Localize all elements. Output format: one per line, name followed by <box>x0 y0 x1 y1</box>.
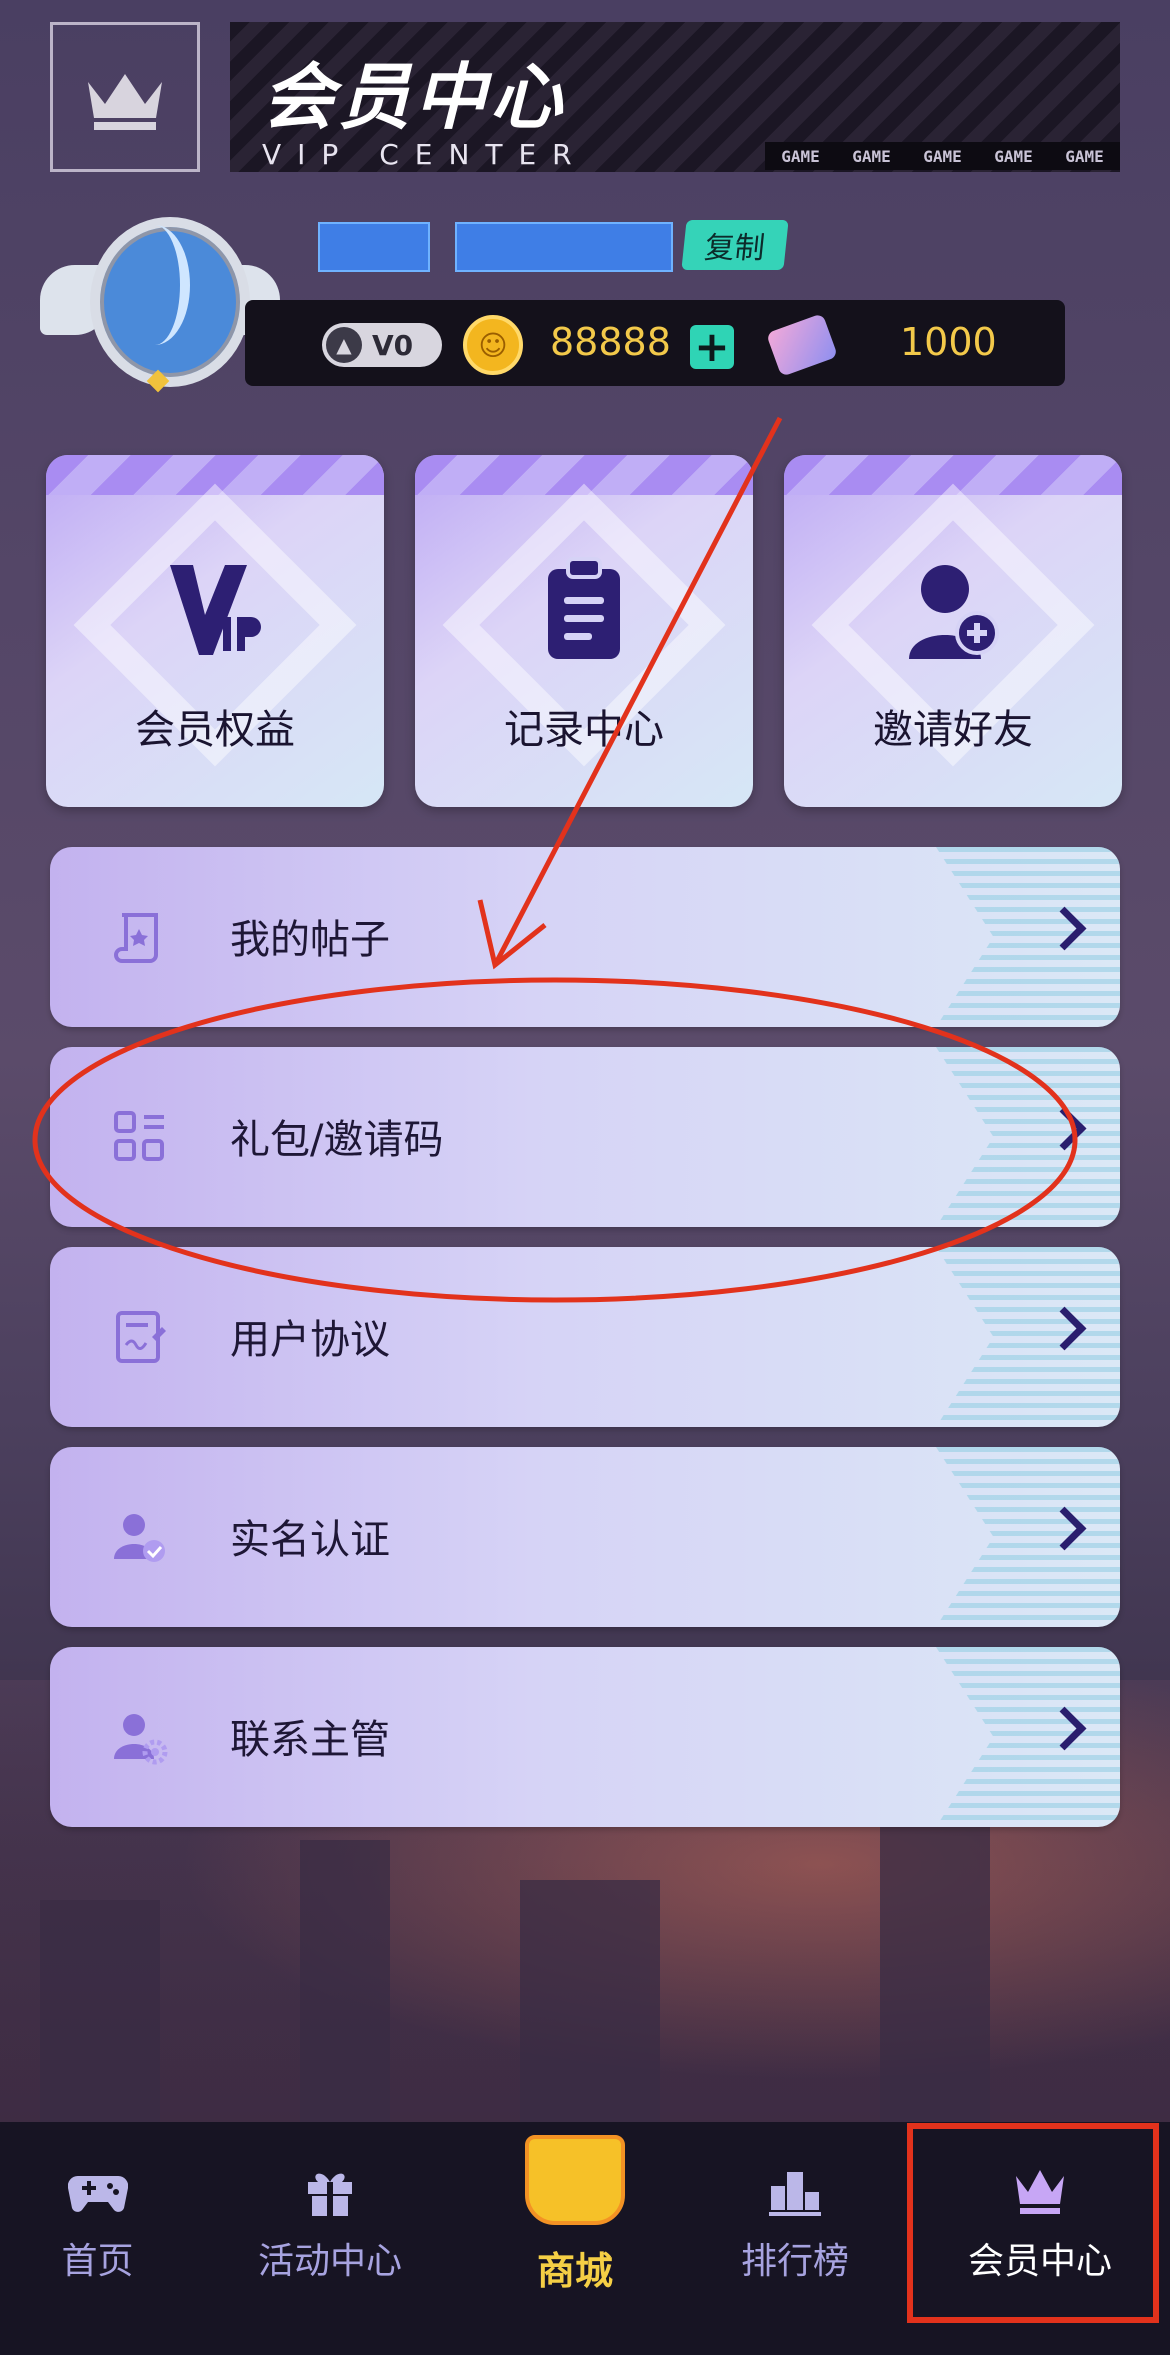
row-stripes <box>936 1047 1120 1227</box>
page-subtitle: VIP CENTER <box>262 138 588 171</box>
card-record-center[interactable]: 记录中心 <box>415 455 753 807</box>
user-name-pixel <box>318 222 430 272</box>
gamepad-icon <box>67 2175 128 2212</box>
row-label: 礼包/邀请码 <box>230 1117 444 1163</box>
menu-gift-invite-code[interactable]: 礼包/邀请码 <box>50 1047 1120 1227</box>
page-title: 会员中心 <box>262 55 567 139</box>
user-id-pixel <box>455 222 673 272</box>
menu-my-posts[interactable]: 我的帖子 <box>50 847 1120 1027</box>
add-coins-button[interactable]: + <box>690 325 734 369</box>
row-label: 联系主管 <box>230 1717 390 1763</box>
level-icon: ▲ <box>326 327 362 363</box>
nav-label: 排行榜 <box>740 2241 849 2282</box>
card-label: 邀请好友 <box>873 707 1033 753</box>
row-label: 实名认证 <box>230 1517 390 1563</box>
game-tag: GAME <box>994 146 1033 166</box>
nav-shop[interactable]: 商城 <box>500 2122 650 2355</box>
row-stripes <box>936 1647 1120 1827</box>
row-label: 我的帖子 <box>230 917 390 963</box>
avatar[interactable] <box>40 205 280 405</box>
crown-icon <box>88 74 162 130</box>
vip-level-label: V0 <box>372 328 414 362</box>
menu-real-name-auth[interactable]: 实名认证 <box>50 1447 1120 1627</box>
qr-grid-icon <box>114 1111 164 1161</box>
avatar-arc <box>120 225 190 345</box>
row-label: 用户协议 <box>230 1317 390 1363</box>
annotation-box <box>907 2123 1159 2323</box>
game-tag: GAME <box>1065 146 1104 166</box>
coin-icon: ☺ <box>463 315 523 375</box>
nav-leaderboard[interactable]: 排行榜 <box>720 2122 870 2355</box>
document-sign-icon <box>116 1311 166 1363</box>
game-strip: GAME GAME GAME GAME GAME <box>765 142 1120 170</box>
nav-label: 活动中心 <box>257 2241 402 2282</box>
nav-label: 商城 <box>536 2249 613 2293</box>
crown-logo <box>50 22 200 172</box>
coin-balance: 88888 <box>550 320 671 364</box>
nav-label: 首页 <box>61 2241 134 2282</box>
user-settings-icon <box>114 1714 168 1765</box>
nav-activity-center[interactable]: 活动中心 <box>240 2122 420 2355</box>
row-stripes <box>936 847 1120 1027</box>
game-tag: GAME <box>852 146 891 166</box>
row-stripes <box>936 1447 1120 1627</box>
menu-contact-supervisor[interactable]: 联系主管 <box>50 1647 1120 1827</box>
gift-icon <box>308 2173 352 2216</box>
nav-home[interactable]: 首页 <box>30 2122 165 2355</box>
user-check-icon <box>114 1514 165 1562</box>
copy-button[interactable]: 复制 <box>681 220 789 270</box>
podium-icon <box>769 2172 821 2216</box>
game-tag: GAME <box>923 146 962 166</box>
card-invite-friends[interactable]: 邀请好友 <box>784 455 1122 807</box>
menu-user-agreement[interactable]: 用户协议 <box>50 1247 1120 1427</box>
vip-icon <box>170 565 261 655</box>
add-user-icon <box>909 565 999 659</box>
card-vip-benefits[interactable]: 会员权益 <box>46 455 384 807</box>
game-tag: GAME <box>781 146 820 166</box>
ticket-balance: 1000 <box>900 320 997 364</box>
vip-level-badge: ▲ V0 <box>322 323 442 367</box>
clipboard-icon <box>548 557 620 659</box>
card-label: 记录中心 <box>504 707 664 753</box>
scroll-star-icon <box>114 913 158 963</box>
row-stripes <box>936 1247 1120 1427</box>
card-label: 会员权益 <box>135 707 295 753</box>
